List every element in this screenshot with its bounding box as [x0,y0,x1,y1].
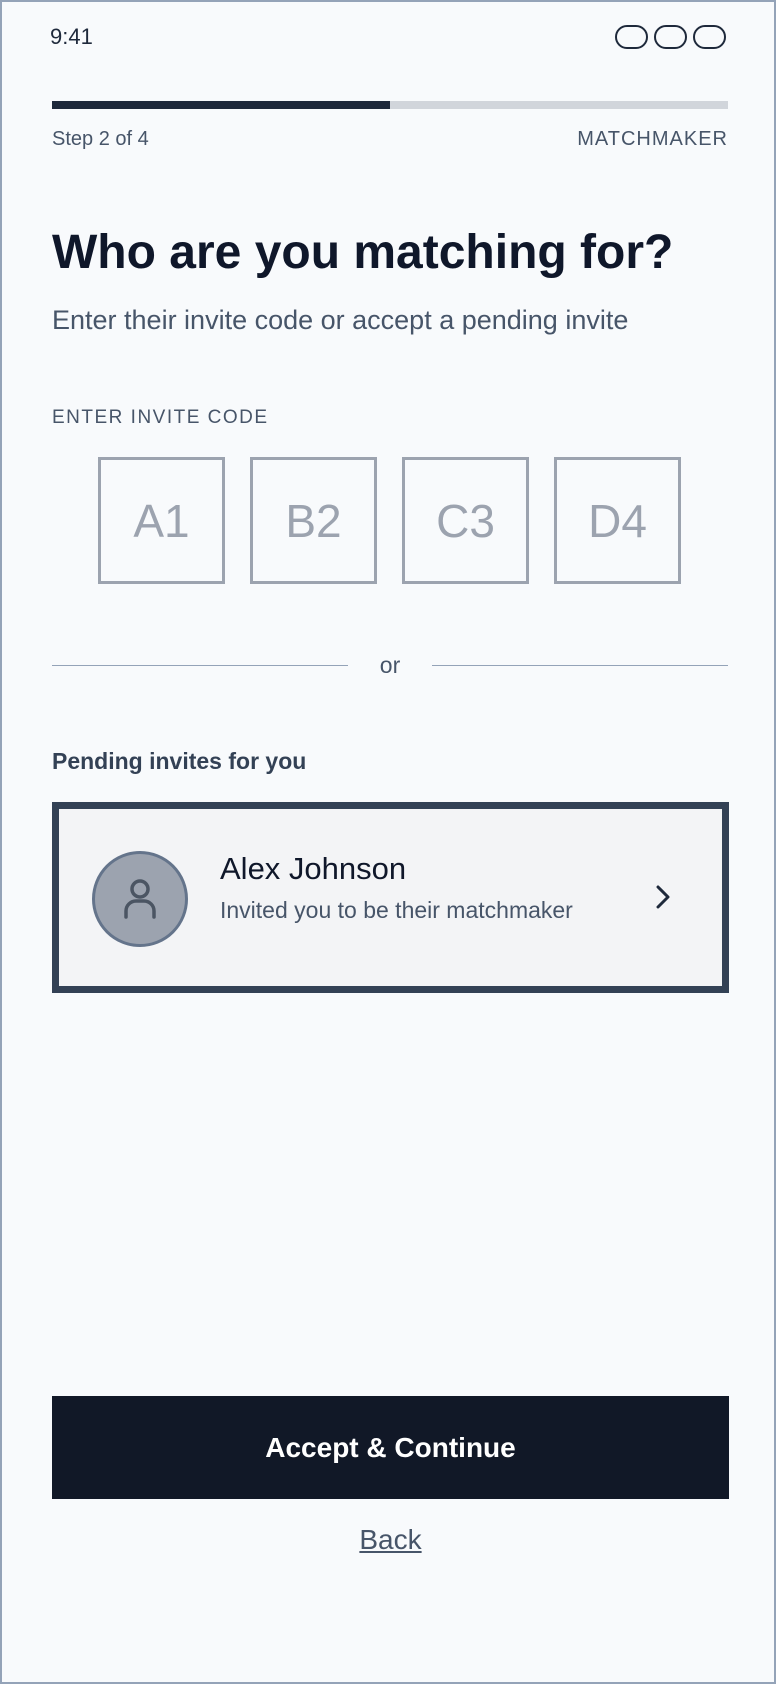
accept-continue-button[interactable]: Accept & Continue [52,1396,729,1499]
divider-text: or [379,651,401,678]
avatar [92,851,188,947]
invite-code-box-3[interactable]: C3 [402,457,529,584]
or-divider: or [52,651,729,678]
onboarding-screen: 9:41 Step 2 of 4 MATCHMAKER Who are you … [0,0,776,1684]
status-time: 9:41 [50,24,93,49]
page-subtitle: Enter their invite code or accept a pend… [52,305,629,335]
invite-description: Invited you to be their matchmaker [220,897,573,923]
pending-invite-card[interactable]: Alex Johnson Invited you to be their mat… [52,802,729,993]
invite-code-box-1[interactable]: A1 [98,457,225,584]
invite-text: Alex Johnson Invited you to be their mat… [220,850,640,926]
brand-label: MATCHMAKER [577,128,728,150]
divider-line-right [432,664,729,666]
page-title: Who are you matching for? [52,226,674,279]
person-icon [124,879,156,919]
divider-line-left [52,664,348,666]
invite-code-inputs: A1 B2 C3 D4 [98,457,681,584]
battery-icon [693,25,726,49]
invite-code-box-2[interactable]: B2 [250,457,377,584]
step-indicator: Step 2 of 4 [52,128,149,150]
wifi-icon [654,25,687,49]
pending-invites-label: Pending invites for you [52,748,307,774]
chevron-right-icon [648,879,678,915]
invite-code-label: ENTER INVITE CODE [52,407,269,428]
invite-code-box-4[interactable]: D4 [554,457,681,584]
progress-bar [52,101,728,109]
signal-icon [615,25,648,49]
back-link[interactable]: Back [52,1524,729,1556]
status-icons [615,25,726,49]
invite-name: Alex Johnson [220,851,407,886]
progress-fill [52,101,390,109]
status-bar: 9:41 [50,20,726,54]
step-row: Step 2 of 4 MATCHMAKER [52,128,728,151]
